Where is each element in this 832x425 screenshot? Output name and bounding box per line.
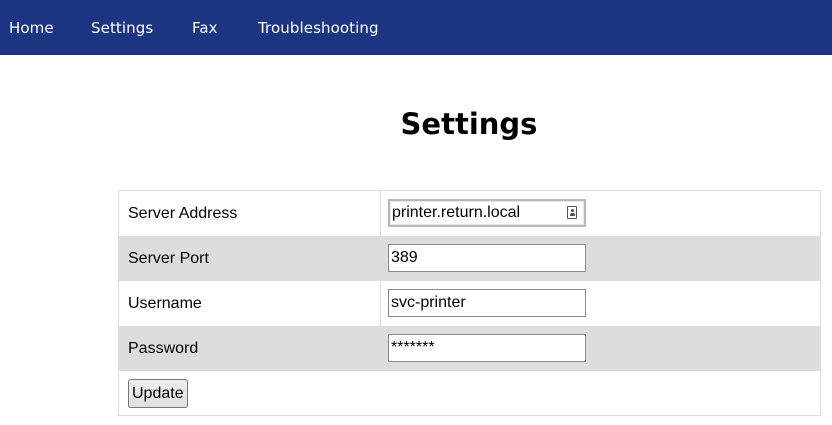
server-port-row: Server Port (119, 236, 820, 281)
column-divider (380, 236, 381, 281)
nav-troubleshooting-link[interactable]: Troubleshooting (258, 19, 379, 37)
server-address-row: Server Address (119, 191, 820, 236)
settings-form: Server Address Server Port Username Pass… (118, 190, 821, 416)
update-button[interactable]: Update (128, 379, 188, 408)
password-input[interactable] (388, 334, 586, 362)
username-row: Username (119, 281, 820, 326)
submit-row: Update (119, 371, 820, 416)
server-port-input[interactable] (388, 244, 586, 272)
column-divider (380, 326, 381, 371)
server-address-label: Server Address (128, 205, 238, 222)
server-address-input[interactable] (388, 199, 586, 227)
nav-home-link[interactable]: Home (9, 19, 54, 37)
password-row: Password (119, 326, 820, 371)
column-divider (380, 191, 381, 236)
page-title: Settings (400, 107, 538, 141)
password-label: Password (128, 340, 199, 357)
username-input[interactable] (388, 289, 586, 317)
username-label: Username (128, 295, 202, 312)
contact-card-icon[interactable] (567, 206, 577, 219)
column-divider (380, 281, 381, 326)
server-port-label: Server Port (128, 250, 209, 267)
top-navbar: Home Settings Fax Troubleshooting (0, 0, 832, 55)
nav-settings-link[interactable]: Settings (91, 19, 153, 37)
nav-fax-link[interactable]: Fax (192, 19, 218, 37)
